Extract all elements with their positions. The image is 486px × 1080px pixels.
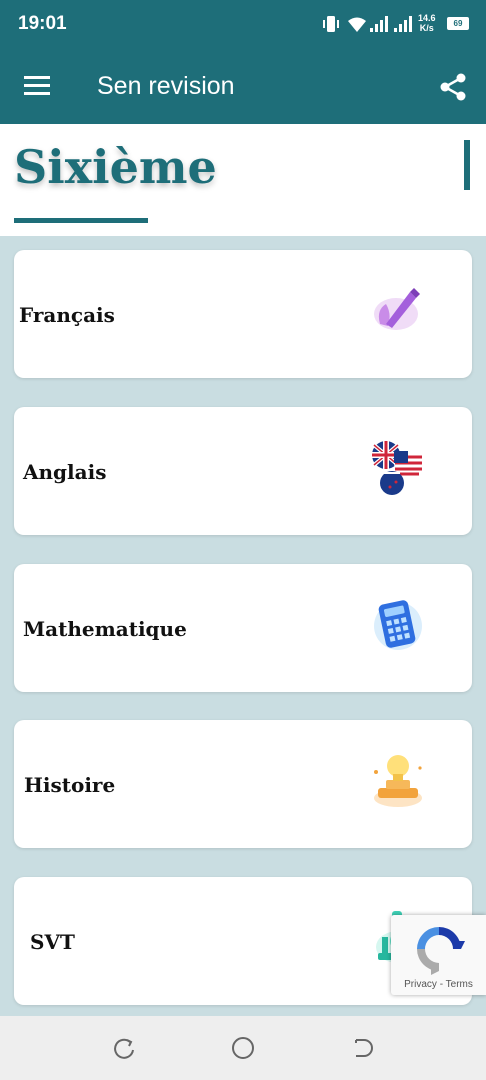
subject-card-mathematique[interactable]: Mathematique <box>14 564 472 692</box>
subject-card-anglais[interactable]: Anglais <box>14 407 472 535</box>
title-underline <box>14 218 148 223</box>
calculator-icon <box>374 600 422 650</box>
recaptcha-links: Privacy - Terms <box>391 979 486 990</box>
hamburger-menu-icon[interactable] <box>24 74 52 98</box>
recent-apps-icon[interactable] <box>112 1036 136 1060</box>
subject-label: SVT <box>30 930 75 954</box>
privacy-link[interactable]: Privacy <box>404 979 437 990</box>
status-time: 19:01 <box>18 13 67 34</box>
terms-link[interactable]: Terms <box>446 979 473 990</box>
header-accent-bar <box>464 140 470 190</box>
net-speed: 14.6 K/s <box>418 13 436 33</box>
flags-icon <box>372 441 422 495</box>
subject-label: Français <box>19 303 115 327</box>
lightbulb-icon <box>374 755 422 807</box>
subject-label: Histoire <box>24 773 116 797</box>
recaptcha-badge[interactable]: Privacy - Terms <box>391 915 486 995</box>
recaptcha-icon <box>417 927 465 975</box>
net-speed-unit: K/s <box>419 23 434 33</box>
link-separator: - <box>439 979 444 990</box>
app-title: Sen revision <box>97 72 235 100</box>
net-speed-value: 14.6 <box>418 13 436 23</box>
signal-icon <box>370 16 388 32</box>
vibrate-icon <box>323 16 339 32</box>
home-icon[interactable] <box>231 1036 255 1060</box>
app-bar: Sen revision <box>0 50 486 124</box>
pen-icon <box>374 288 420 330</box>
wifi-icon <box>348 17 366 32</box>
battery-indicator: 69 <box>447 17 469 30</box>
subject-card-histoire[interactable]: Histoire <box>14 720 472 848</box>
subject-list: Français Anglais Mathematique Histoire S… <box>0 236 486 1016</box>
subject-card-francais[interactable]: Français <box>14 250 472 378</box>
signal-icon-2 <box>394 16 412 32</box>
status-bar: 19:01 14.6 K/s 69 <box>0 0 486 50</box>
share-icon[interactable] <box>438 72 468 102</box>
back-icon[interactable] <box>350 1036 374 1060</box>
page-header: Sixième <box>0 124 486 236</box>
page-title: Sixième <box>14 140 217 194</box>
subject-label: Anglais <box>23 460 107 484</box>
subject-label: Mathematique <box>23 617 187 641</box>
system-nav-bar <box>0 1016 486 1080</box>
